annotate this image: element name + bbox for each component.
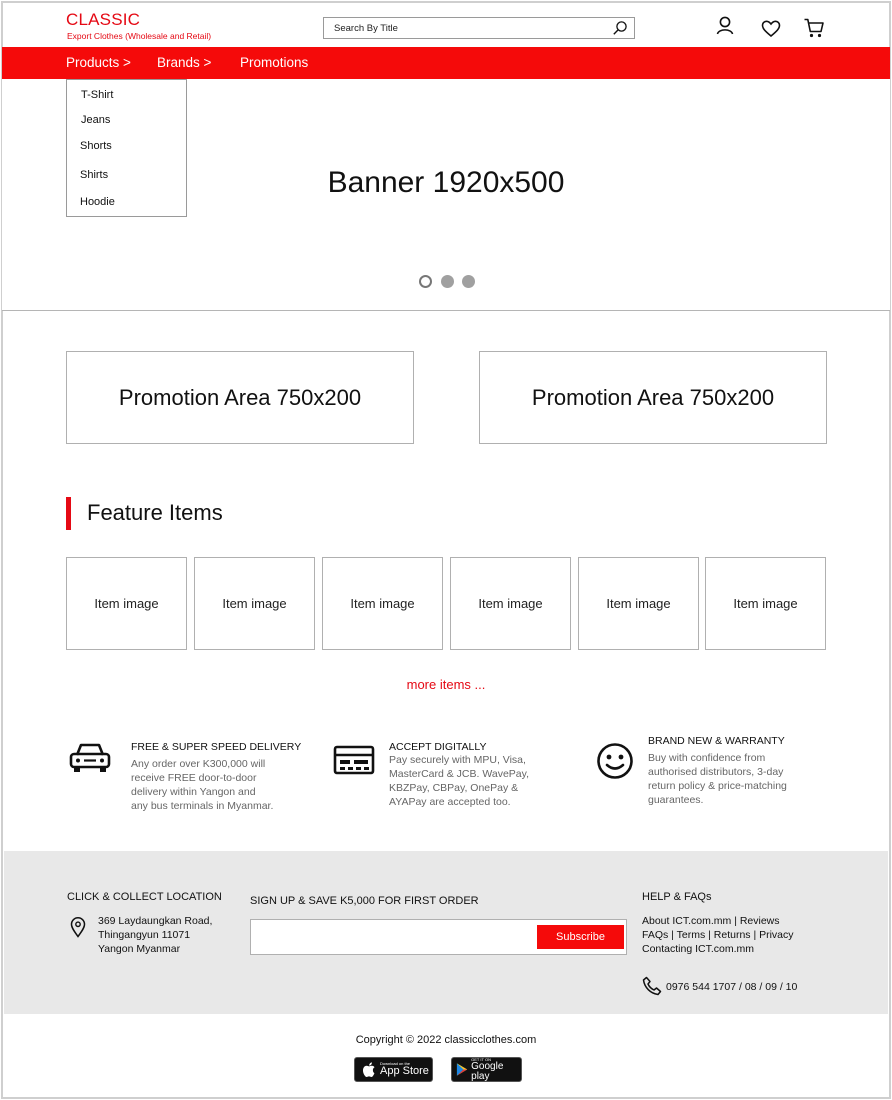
cart-icon[interactable] [803,16,825,40]
card-icon [333,745,375,775]
nav-products[interactable]: Products > [66,55,131,70]
help-links: About ICT.com.mm | Reviews FAQs | Terms … [642,914,794,956]
service-title-warranty: BRAND NEW & WARRANTY [648,735,785,747]
car-icon [69,743,111,772]
dropdown-item-hoodie[interactable]: Hoodie [80,196,115,208]
feature-item[interactable]: Item image [194,557,315,650]
nav-brands[interactable]: Brands > [157,55,211,70]
nav-promotions[interactable]: Promotions [240,55,308,70]
promotion-area-1[interactable]: Promotion Area 750x200 [66,351,414,444]
help-link-row[interactable]: Contacting ICT.com.mm [642,942,794,956]
more-items-link[interactable]: more items ... [0,677,892,692]
location-pin-icon [70,917,86,938]
play-icon [456,1063,468,1076]
help-title: HELP & FAQs [642,891,712,903]
feature-item[interactable]: Item image [450,557,571,650]
dropdown-item-shorts[interactable]: Shorts [80,140,112,152]
smiley-icon [597,743,633,779]
service-title-delivery: FREE & SUPER SPEED DELIVERY [131,741,302,753]
subscribe-button[interactable]: Subscribe [537,925,624,949]
service-title-payment: ACCEPT DIGITALLY [389,741,487,753]
phone-number[interactable]: 0976 544 1707 / 08 / 09 / 10 [666,980,797,994]
feature-item[interactable]: Item image [66,557,187,650]
copyright: Copyright © 2022 classicclothes.com [355,1034,537,1046]
help-link-row[interactable]: About ICT.com.mm | Reviews [642,914,794,928]
feature-items-title: Feature Items [87,500,223,525]
app-store-badge[interactable]: Download on the App Store [354,1057,433,1082]
google-play-badge[interactable]: GET IT ON Google play [451,1057,522,1082]
search-bar [323,17,635,39]
dropdown-item-tshirt[interactable]: T-Shirt [81,89,113,101]
promotion-area-2[interactable]: Promotion Area 750x200 [479,351,827,444]
heart-icon[interactable] [760,17,782,41]
feature-item[interactable]: Item image [578,557,699,650]
google-badge-big: Google play [471,1060,504,1082]
brand-subtitle: Export Clothes (Wholesale and Retail) [67,31,212,41]
service-text-delivery: Any order over K300,000 will receive FREE… [131,758,274,812]
store-address: 369 Laydaungkan Road, Thingangyun 11071 Ya… [98,915,213,955]
carousel-dot-2[interactable] [441,275,454,288]
dropdown-item-jeans[interactable]: Jeans [81,114,110,126]
signup-title: SIGN UP & SAVE K5,000 FOR FIRST ORDER [250,895,479,907]
signup-form: Subscribe [250,919,627,955]
search-input[interactable] [324,18,594,39]
apple-icon [362,1062,375,1077]
location-title: CLICK & COLLECT LOCATION [67,891,222,903]
email-field[interactable] [251,920,535,954]
phone-icon [642,976,662,996]
brand-logo-title[interactable]: CLASSIC [66,10,140,30]
apple-badge-big: App Store [380,1065,429,1077]
section-accent-bar [66,497,71,530]
service-text-warranty: Buy with confidence from authorised distr… [648,752,787,806]
user-icon[interactable] [714,15,736,39]
main-nav: Products > Brands > Promotions [2,47,890,79]
feature-item[interactable]: Item image [705,557,826,650]
carousel-dot-1[interactable] [419,275,432,288]
carousel-dot-3[interactable] [462,275,475,288]
help-link-row[interactable]: FAQs | Terms | Returns | Privacy [642,928,794,942]
products-dropdown: T-Shirt Jeans Shorts Shirts Hoodie [66,79,187,217]
dropdown-item-shirts[interactable]: Shirts [80,169,108,181]
service-text-payment: Pay securely with MPU, Visa, MasterCard &… [389,754,530,808]
search-icon[interactable] [612,20,628,36]
feature-item[interactable]: Item image [322,557,443,650]
